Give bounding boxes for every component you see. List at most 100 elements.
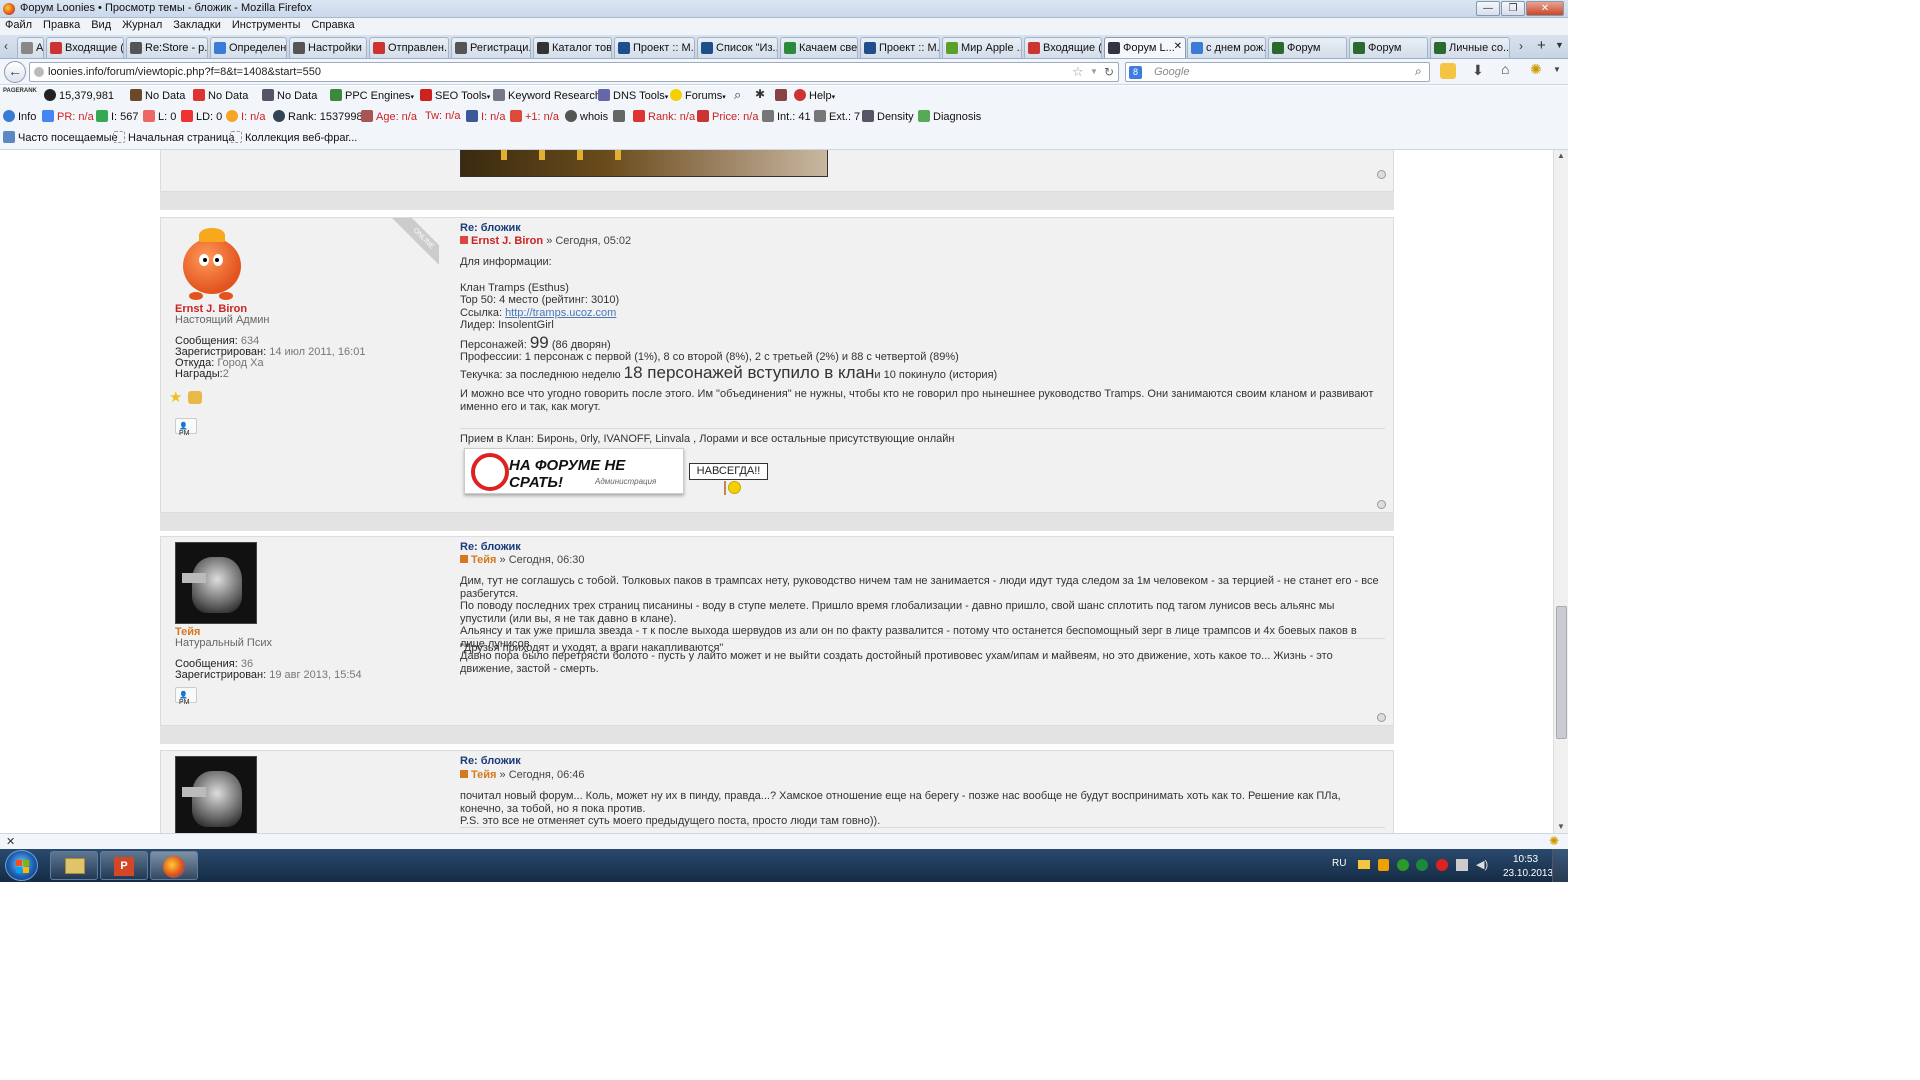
alexa-rank-value[interactable]: Rank: 15379981: [288, 111, 369, 123]
clock-date[interactable]: 23.10.2013: [1503, 868, 1553, 879]
tab-15[interactable]: Форум L... ✕: [1104, 37, 1186, 58]
gplus-value[interactable]: +1: n/a: [525, 111, 559, 123]
tab-close-icon[interactable]: ✕: [1174, 41, 1182, 52]
tab-6[interactable]: Отправлен...: [369, 37, 449, 58]
tab-16[interactable]: с днем рож...: [1187, 37, 1266, 58]
internal-links-value[interactable]: Int.: 41: [777, 111, 811, 123]
pagerank-value[interactable]: PR: n/a: [57, 111, 94, 123]
post-title[interactable]: Re: бложик: [460, 541, 521, 553]
density-button[interactable]: Density: [877, 111, 914, 123]
tray-icon[interactable]: [1416, 859, 1428, 871]
seo-tools-menu[interactable]: SEO Tools: [435, 90, 487, 102]
post-title[interactable]: Re: бложик: [460, 755, 521, 767]
downloads-icon[interactable]: ⬇: [1472, 62, 1484, 79]
extension-icon[interactable]: [1440, 63, 1456, 79]
volume-tray-icon[interactable]: ◀): [1476, 858, 1488, 871]
menu-view[interactable]: Вид: [86, 18, 117, 35]
menu-help[interactable]: Справка: [306, 18, 360, 35]
tab-12[interactable]: Проект :: М...: [860, 37, 940, 58]
tab-scroll-left-icon[interactable]: ‹: [4, 39, 8, 53]
start-button[interactable]: [5, 850, 38, 881]
mail-tray-icon[interactable]: [1358, 860, 1370, 869]
explorer-taskbar-button[interactable]: [50, 851, 98, 880]
tab-17[interactable]: Форум: [1268, 37, 1347, 58]
close-addon-bar-icon[interactable]: ✕: [6, 835, 15, 848]
tab-scroll-right-icon[interactable]: ›: [1519, 39, 1523, 53]
url-text[interactable]: loonies.info/forum/viewtopic.php?f=8&t=1…: [48, 66, 321, 78]
close-button[interactable]: ✕: [1526, 1, 1564, 16]
tray-icon[interactable]: [1397, 859, 1409, 871]
site-identity-icon[interactable]: [34, 67, 44, 77]
nodata-2[interactable]: No Data: [208, 90, 248, 102]
dns-tools-menu[interactable]: DNS Tools: [613, 90, 665, 102]
post-title[interactable]: Re: бложик: [460, 222, 521, 234]
bookmark-star-icon[interactable]: ☆: [1072, 64, 1084, 80]
bookmark-most-visited[interactable]: Часто посещаемые: [18, 132, 118, 144]
source-icon[interactable]: [613, 110, 625, 122]
maximize-button[interactable]: ❐: [1501, 1, 1525, 16]
addon-icon[interactable]: ✺: [1549, 834, 1559, 848]
facebook-value[interactable]: I: n/a: [481, 111, 505, 123]
scroll-up-icon[interactable]: ▲: [1557, 151, 1565, 160]
tab-1[interactable]: Ad...: [17, 37, 44, 58]
tab-18[interactable]: Форум: [1349, 37, 1428, 58]
new-tab-icon[interactable]: +: [1537, 37, 1546, 54]
links-value[interactable]: L: 0: [158, 111, 176, 123]
bug-icon[interactable]: ✱: [755, 87, 765, 101]
clan-link[interactable]: http://tramps.ucoz.com: [505, 307, 616, 319]
menu-dropdown-icon[interactable]: ▼: [1553, 65, 1561, 74]
menu-tools[interactable]: Инструменты: [227, 18, 307, 35]
ppc-engines-menu[interactable]: PPC Engines: [345, 90, 410, 102]
firefox-taskbar-button[interactable]: [150, 851, 198, 880]
addon-gear-icon[interactable]: ✺: [1530, 61, 1542, 78]
tab-9[interactable]: Проект :: М...: [614, 37, 695, 58]
menu-edit[interactable]: Правка: [38, 18, 86, 35]
whois-button[interactable]: whois: [580, 111, 608, 123]
opera-tray-icon[interactable]: [1436, 859, 1448, 871]
index-value[interactable]: I: 567: [111, 111, 139, 123]
google-engine-icon[interactable]: 8: [1129, 66, 1142, 79]
tab-10[interactable]: Список "Из...: [697, 37, 778, 58]
powerpoint-taskbar-button[interactable]: P: [100, 851, 148, 880]
url-bar[interactable]: loonies.info/forum/viewtopic.php?f=8&t=1…: [29, 62, 1119, 82]
alexa-rank[interactable]: 15,379,981: [59, 90, 114, 102]
minimize-button[interactable]: —: [1476, 1, 1500, 16]
tab-13[interactable]: Мир Apple ...: [942, 37, 1022, 58]
menu-history[interactable]: Журнал: [117, 18, 168, 35]
twitter-value[interactable]: Tw: n/a: [425, 110, 460, 122]
network-tray-icon[interactable]: [1456, 859, 1468, 871]
url-dropdown-icon[interactable]: ▼: [1090, 67, 1098, 76]
reload-icon[interactable]: ↻: [1104, 65, 1114, 79]
tab-list-icon[interactable]: ▼: [1555, 40, 1564, 50]
external-links-value[interactable]: Ext.: 7: [829, 111, 860, 123]
price-value[interactable]: Price: n/a: [712, 111, 758, 123]
back-to-top-icon[interactable]: [1377, 500, 1386, 509]
scrollbar-thumb[interactable]: [1556, 606, 1567, 739]
info-button[interactable]: Info: [18, 111, 36, 123]
tab-11[interactable]: Качаем све...: [780, 37, 858, 58]
tab-7[interactable]: Регистраци...: [451, 37, 531, 58]
keyword-research-menu[interactable]: Keyword Research: [508, 90, 601, 102]
bing-index-value[interactable]: I: n/a: [241, 111, 265, 123]
back-to-top-icon[interactable]: [1377, 170, 1386, 179]
bookmark-webslices[interactable]: Коллекция веб-фраг...: [245, 132, 357, 144]
tab-2[interactable]: Входящие (...: [46, 37, 124, 58]
stats-icon[interactable]: [775, 89, 787, 101]
bookmark-home[interactable]: Начальная страница: [128, 132, 234, 144]
home-icon[interactable]: ⌂: [1501, 61, 1509, 77]
menu-bookmarks[interactable]: Закладки: [168, 18, 227, 35]
pm-button[interactable]: 👤PM: [175, 687, 197, 706]
tab-14[interactable]: Входящие (...: [1024, 37, 1102, 58]
tab-3[interactable]: Re:Store - р...: [126, 37, 208, 58]
tab-8[interactable]: Каталог тов...: [533, 37, 612, 58]
pm-button[interactable]: 👤PM: [175, 418, 197, 437]
menu-file[interactable]: Файл: [0, 18, 38, 35]
magnifier-icon[interactable]: ⌕: [734, 87, 741, 103]
show-desktop-button[interactable]: [1552, 849, 1568, 882]
clock-time[interactable]: 10:53: [1513, 854, 1538, 865]
forums-menu[interactable]: Forums: [685, 90, 722, 102]
tab-19[interactable]: Личные со...: [1430, 37, 1510, 58]
back-button[interactable]: ←: [4, 61, 26, 83]
tray-icon[interactable]: [1378, 859, 1389, 871]
nodata-3[interactable]: No Data: [277, 90, 317, 102]
